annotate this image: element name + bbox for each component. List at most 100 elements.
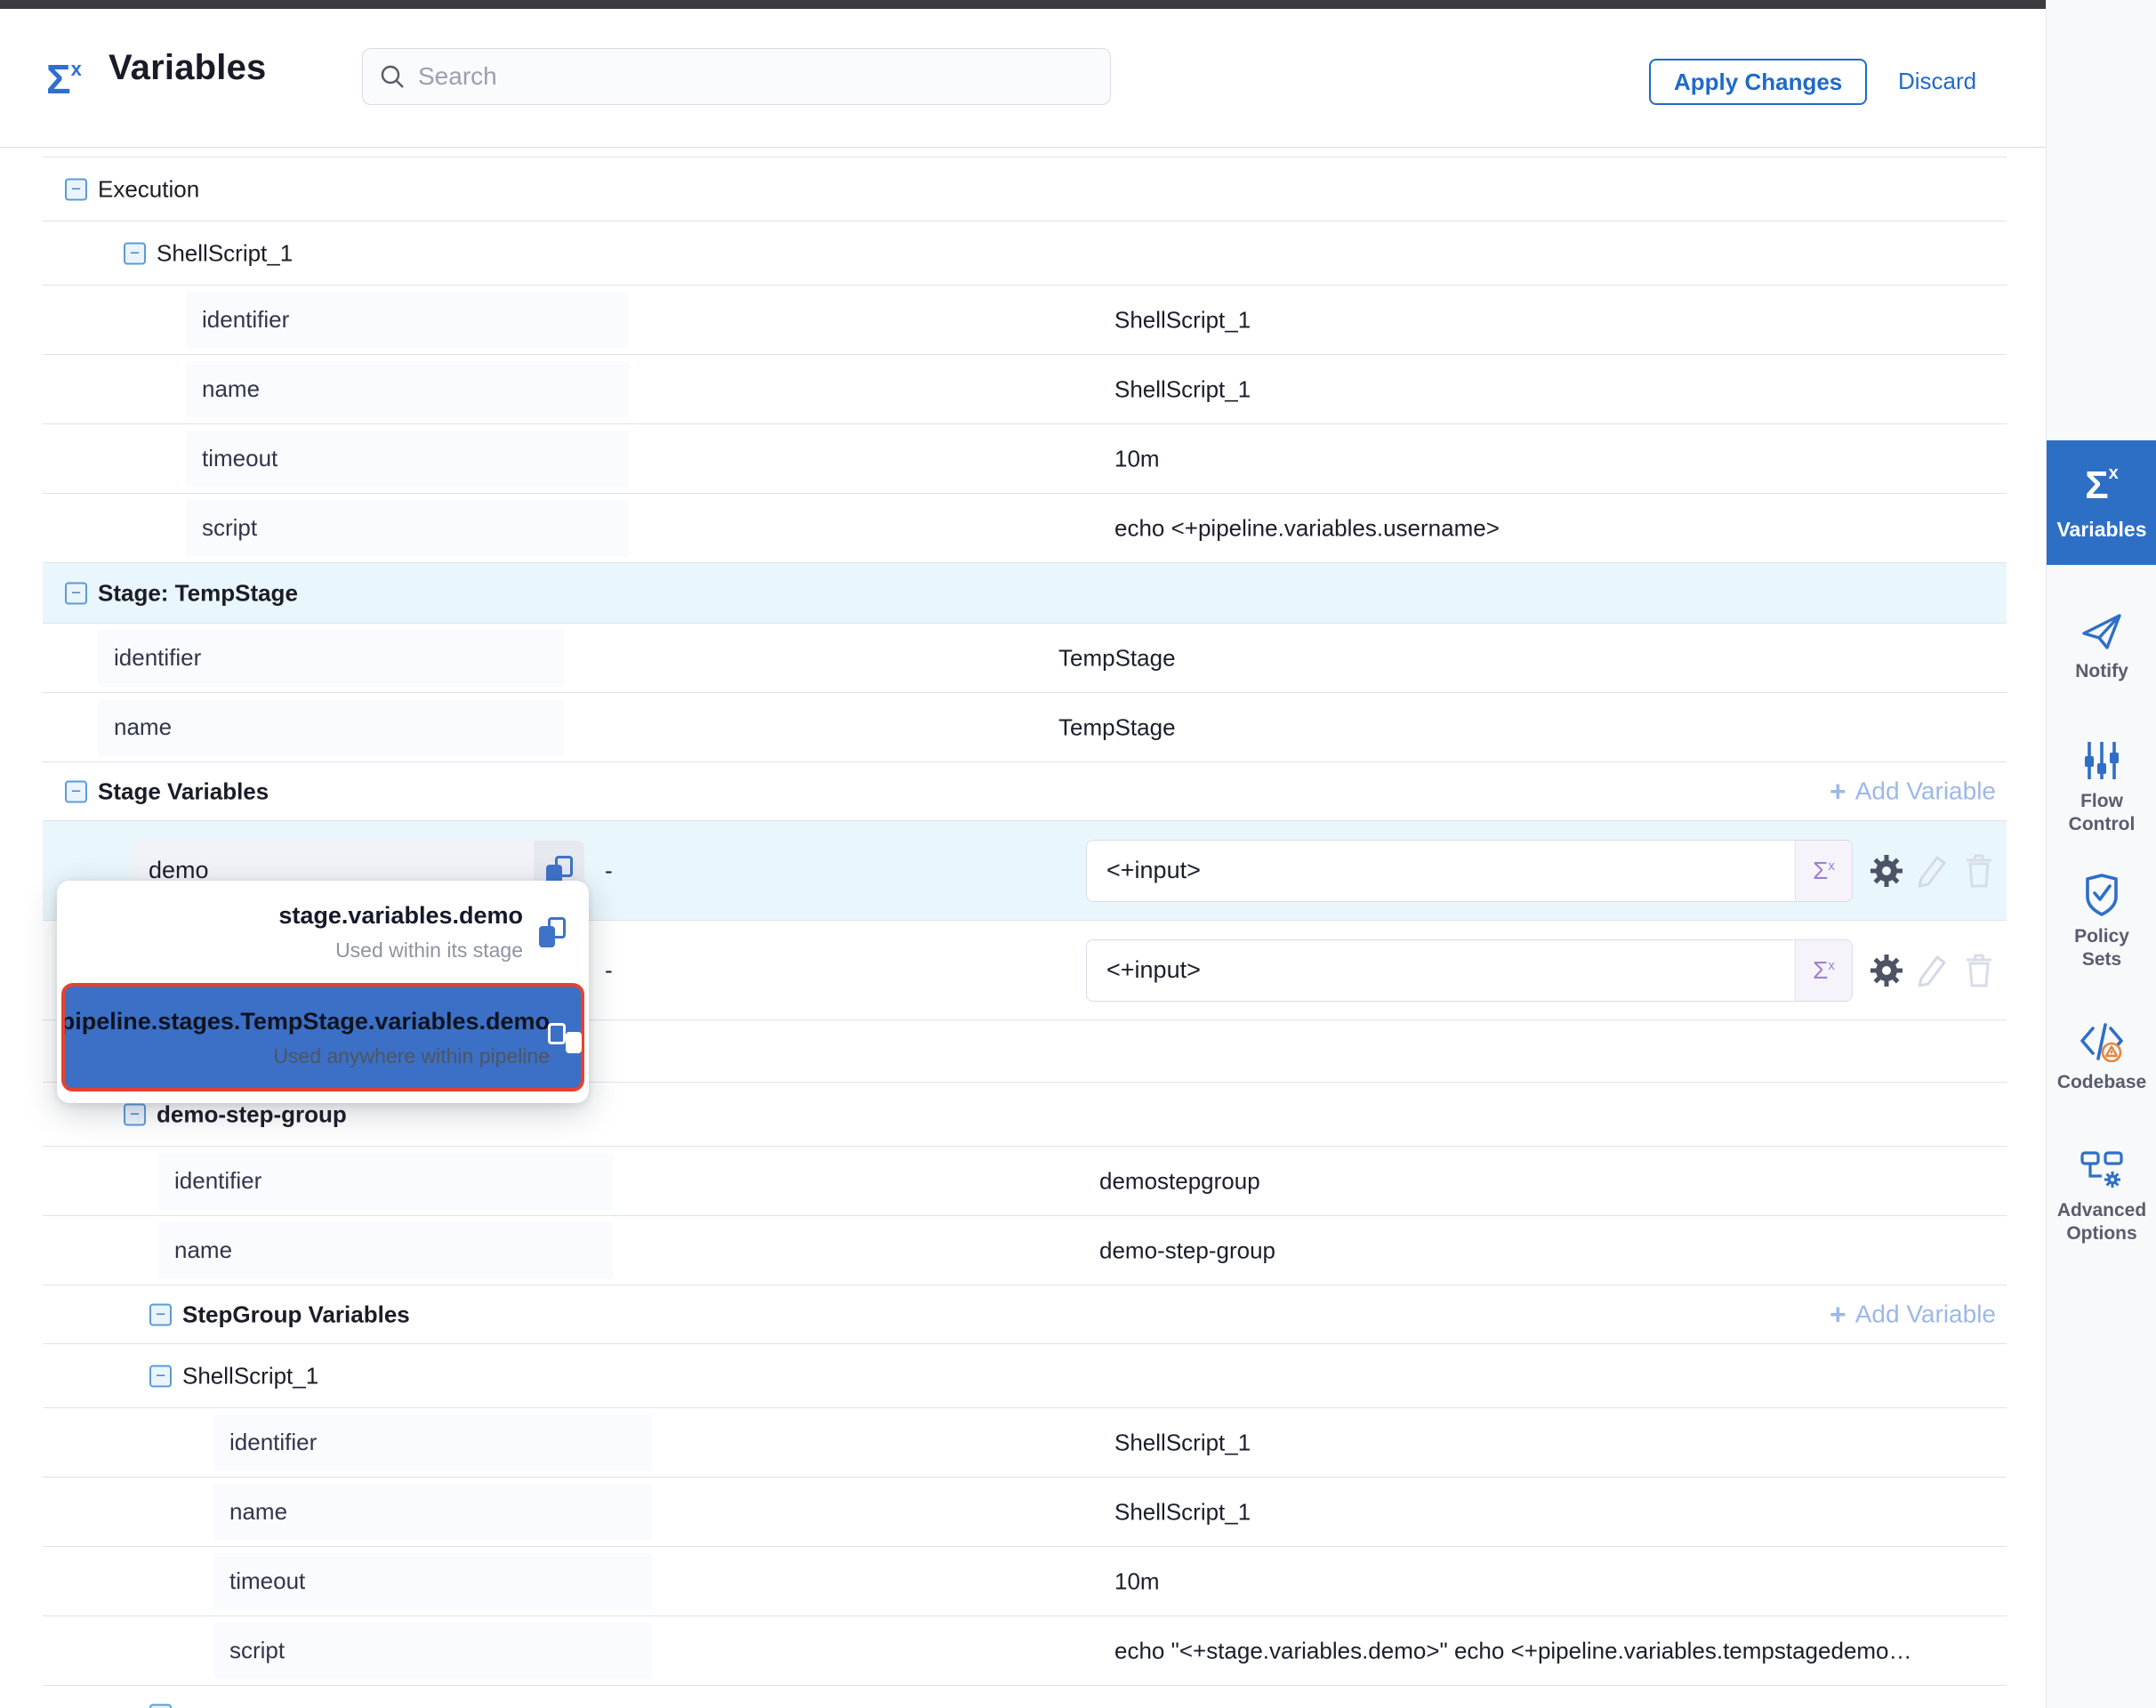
value-text: ShellScript_1 bbox=[1114, 306, 1251, 334]
value-text: demo-step-group bbox=[1099, 1237, 1275, 1264]
shield-check-icon bbox=[2082, 874, 2121, 916]
add-variable-label: Add Variable bbox=[1855, 1301, 1996, 1329]
rail-label: Flow Control bbox=[2047, 790, 2156, 837]
stage-header-row[interactable]: − Stage: TempStage bbox=[43, 563, 2007, 624]
section-label: StepGroup Variables bbox=[182, 1301, 410, 1328]
sliders-icon bbox=[2081, 740, 2122, 781]
variable-value-input[interactable]: <+input> Σx bbox=[1086, 840, 1853, 902]
rail-item-advanced-options[interactable]: Advanced Options bbox=[2047, 1149, 2156, 1246]
variables-drawer: Σx Variables Apply Changes Discard − Exe… bbox=[0, 9, 2046, 1708]
sigma-x-icon: Σx bbox=[46, 55, 82, 103]
kv-row: timeout 10m bbox=[43, 424, 2007, 494]
rail-item-codebase[interactable]: Codebase bbox=[2047, 1021, 2156, 1094]
rail-label: Variables bbox=[2047, 517, 2156, 543]
variable-value-input[interactable]: <+input> Σx bbox=[1086, 939, 1853, 1002]
key-label: name bbox=[98, 699, 565, 756]
kv-row: identifier TempStage bbox=[43, 624, 2007, 693]
node-label: ShellScript_1 bbox=[182, 1362, 318, 1390]
search-box[interactable] bbox=[362, 48, 1111, 105]
popup-option-pipeline-scope[interactable]: pipeline.stages.TempStage.variables.demo… bbox=[64, 986, 582, 1089]
variable-path: stage.variables.demo bbox=[278, 902, 523, 930]
search-input[interactable] bbox=[418, 62, 1094, 91]
search-icon bbox=[379, 63, 406, 90]
collapse-icon[interactable]: − bbox=[149, 1365, 172, 1387]
key-label: name bbox=[213, 1484, 653, 1541]
popup-option-stage-scope[interactable]: stage.variables.demo Used within its sta… bbox=[64, 890, 582, 973]
value-text: demostepgroup bbox=[1099, 1167, 1260, 1195]
key-label: identifier bbox=[98, 630, 565, 687]
collapse-icon[interactable]: − bbox=[149, 1303, 172, 1325]
stepgroup-variables-header[interactable]: − StepGroup Variables + Add Variable bbox=[43, 1285, 2007, 1344]
rail-label: Policy Sets bbox=[2047, 925, 2156, 972]
delete-trash-icon[interactable] bbox=[1962, 852, 1996, 890]
node-label: ShellScript_1 bbox=[157, 239, 293, 267]
plus-icon: + bbox=[1830, 1298, 1846, 1331]
expression-selector-icon[interactable]: Σx bbox=[1795, 940, 1852, 1001]
settings-gear-icon[interactable] bbox=[1868, 852, 1905, 890]
rail-item-flow-control[interactable]: Flow Control bbox=[2047, 740, 2156, 837]
key-label: name bbox=[186, 361, 630, 418]
key-label: timeout bbox=[213, 1553, 653, 1610]
variable-type: - bbox=[605, 956, 613, 984]
add-variable-button[interactable]: + Add Variable bbox=[1830, 775, 1996, 808]
rail-label: Notify bbox=[2047, 660, 2156, 683]
value-text: <+input> bbox=[1087, 857, 1795, 884]
tree-gear-icon bbox=[2079, 1149, 2125, 1190]
section-label: Stage Variables bbox=[98, 777, 269, 805]
value-text: TempStage bbox=[1058, 644, 1176, 672]
paper-plane-icon bbox=[2080, 612, 2123, 651]
page-title: Variables bbox=[109, 48, 266, 88]
collapse-icon[interactable]: − bbox=[65, 780, 87, 802]
value-text: echo "<+stage.variables.demo>" echo <+pi… bbox=[1114, 1637, 1912, 1664]
edit-pencil-icon[interactable] bbox=[1914, 952, 1950, 989]
value-text: echo <+pipeline.variables.username> bbox=[1114, 514, 1500, 542]
collapse-icon[interactable]: − bbox=[124, 1103, 146, 1125]
add-variable-label: Add Variable bbox=[1855, 777, 1996, 806]
collapse-icon[interactable]: − bbox=[149, 1704, 172, 1708]
variable-path-popup: stage.variables.demo Used within its sta… bbox=[57, 881, 589, 1103]
discard-button[interactable]: Discard bbox=[1898, 68, 1976, 95]
collapse-icon[interactable]: − bbox=[124, 242, 146, 264]
tree-node-execution[interactable]: − Execution bbox=[43, 157, 2007, 222]
collapse-icon[interactable]: − bbox=[65, 582, 87, 604]
apply-changes-button[interactable]: Apply Changes bbox=[1649, 59, 1867, 105]
drawer-header: Σx Variables Apply Changes Discard bbox=[0, 9, 2046, 148]
key-label: identifier bbox=[158, 1153, 614, 1210]
expression-selector-icon[interactable]: Σx bbox=[1795, 841, 1852, 901]
value-text: 10m bbox=[1114, 1567, 1160, 1595]
key-label: name bbox=[158, 1222, 614, 1279]
right-rail: Σx Variables Notify bbox=[2046, 0, 2156, 1708]
copy-icon[interactable] bbox=[539, 917, 566, 947]
rail-label: Advanced Options bbox=[2047, 1199, 2156, 1246]
value-text: 10m bbox=[1114, 445, 1160, 472]
kv-row: name ShellScript_1 bbox=[43, 1478, 2007, 1547]
settings-gear-icon[interactable] bbox=[1868, 952, 1905, 989]
kv-row: identifier ShellScript_1 bbox=[43, 1408, 2007, 1478]
sigma-x-icon: Σx bbox=[2047, 463, 2156, 508]
key-label: timeout bbox=[186, 431, 630, 487]
key-label: identifier bbox=[213, 1414, 653, 1471]
rail-item-notify[interactable]: Notify bbox=[2047, 612, 2156, 683]
stage-variables-header[interactable]: − Stage Variables + Add Variable bbox=[43, 762, 2007, 821]
kv-row: name demo-step-group bbox=[43, 1216, 2007, 1285]
key-label: script bbox=[186, 500, 630, 557]
plus-icon: + bbox=[1830, 775, 1846, 808]
add-variable-button[interactable]: + Add Variable bbox=[1830, 1298, 1996, 1331]
kv-row: identifier demostepgroup bbox=[43, 1147, 2007, 1216]
kv-row: name TempStage bbox=[43, 693, 2007, 762]
node-label: demo-step-group bbox=[157, 1100, 347, 1128]
variable-type: - bbox=[605, 857, 613, 884]
rail-label: Codebase bbox=[2047, 1071, 2156, 1094]
delete-trash-icon[interactable] bbox=[1962, 952, 1996, 989]
rail-item-policy-sets[interactable]: Policy Sets bbox=[2047, 874, 2156, 972]
value-text: ShellScript_1 bbox=[1114, 1498, 1251, 1526]
edit-pencil-icon[interactable] bbox=[1914, 852, 1950, 890]
kv-row: script echo <+pipeline.variables.usernam… bbox=[43, 494, 2007, 563]
tree-node-shellscript1[interactable]: − ShellScript_1 bbox=[43, 222, 2007, 286]
key-label: identifier bbox=[186, 292, 630, 349]
value-text: TempStage bbox=[1058, 713, 1176, 741]
rail-item-variables[interactable]: Σx Variables bbox=[2047, 440, 2156, 565]
value-text: ShellScript_1 bbox=[1114, 1429, 1251, 1456]
collapse-icon[interactable]: − bbox=[65, 178, 87, 200]
tree-node-shellscript1-nested[interactable]: − ShellScript_1 bbox=[43, 1344, 2007, 1408]
